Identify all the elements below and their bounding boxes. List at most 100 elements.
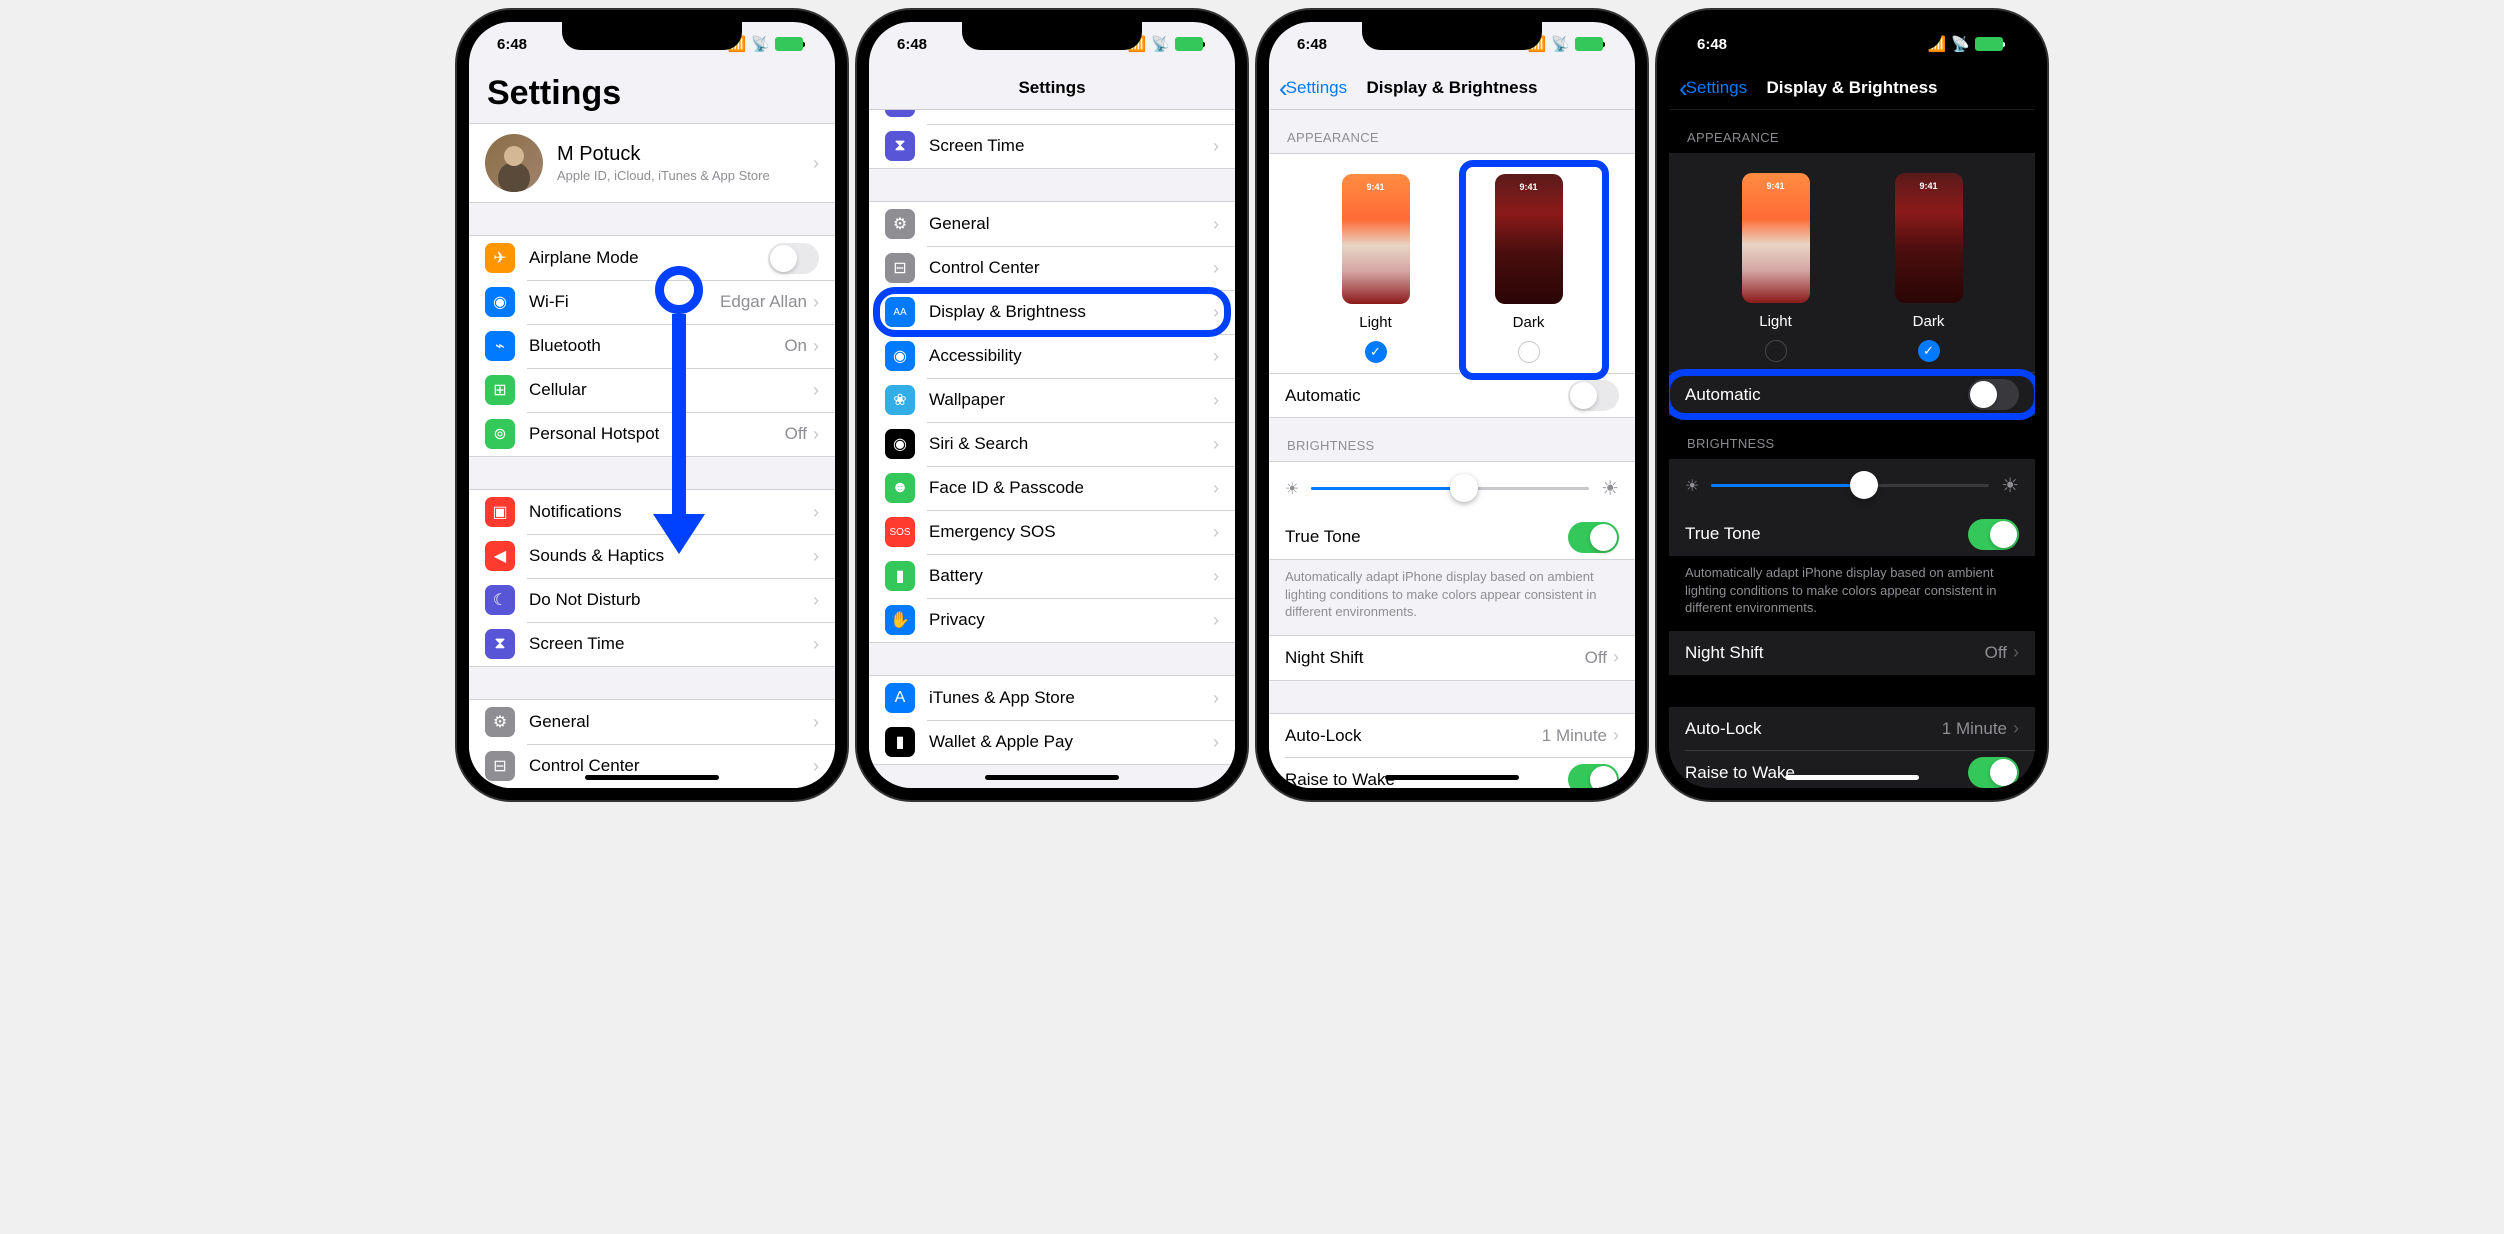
settings-cell-general[interactable]: ⚙General› (869, 202, 1235, 246)
settings-cell-display-brightness[interactable]: AADisplay & Brightness› (869, 290, 1235, 334)
autolock-value: 1 Minute (1542, 726, 1607, 746)
chevron-right-icon: › (1213, 258, 1219, 279)
hotspot-icon: ⊚ (485, 419, 515, 449)
scroll-content[interactable]: ☾Do Not Disturb›⧗Screen Time› ⚙General›⊟… (869, 110, 1235, 788)
chevron-right-icon: › (813, 502, 819, 523)
settings-cell-cellular[interactable]: ⊞Cellular› (469, 368, 835, 412)
nightshift-cell[interactable]: Night Shift Off › (1669, 631, 2035, 675)
profile-cell[interactable]: M Potuck Apple ID, iCloud, iTunes & App … (469, 124, 835, 202)
automatic-toggle[interactable] (1968, 379, 2019, 410)
chevron-right-icon: › (1213, 302, 1219, 323)
settings-cell-personal-hotspot[interactable]: ⊚Personal HotspotOff› (469, 412, 835, 456)
notch (1762, 22, 1942, 50)
sun-low-icon: ☀︎ (1285, 479, 1299, 499)
truetone-cell[interactable]: True Tone (1669, 512, 2035, 556)
settings-cell-face-id-passcode[interactable]: ☻Face ID & Passcode› (869, 466, 1235, 510)
scroll-content[interactable]: Settings M Potuck Apple ID, iCloud, iTun… (469, 66, 835, 788)
settings-cell-accessibility[interactable]: ◉Accessibility› (869, 334, 1235, 378)
light-radio-unchecked[interactable] (1765, 340, 1787, 362)
cell-label: General (929, 214, 1213, 234)
nightshift-value: Off (1985, 643, 2007, 663)
appearance-options: 9:41 Light ✓ 9:41 Dark (1269, 154, 1635, 373)
appearance-option-dark[interactable]: 9:41 Dark ✓ (1895, 173, 1963, 362)
nightshift-label: Night Shift (1285, 648, 1585, 668)
screen-settings-main: 6:48 📶 📡 Settings M Potuck Apple ID, iCl… (469, 22, 835, 788)
appearance-option-light[interactable]: 9:41 Light (1742, 173, 1810, 362)
settings-group-store: AiTunes & App Store›▮Wallet & Apple Pay› (869, 675, 1235, 765)
raise-cell[interactable]: Raise to Wake (1669, 751, 2035, 788)
settings-cell-wi-fi[interactable]: ◉Wi-FiEdgar Allan› (469, 280, 835, 324)
light-radio-checked[interactable]: ✓ (1365, 341, 1387, 363)
settings-cell-wallet-apple-pay[interactable]: ▮Wallet & Apple Pay› (869, 720, 1235, 764)
screen-display-brightness-light: 6:48 📶📡 ‹ Settings Display & Brightness … (1269, 22, 1635, 788)
settings-cell-sounds-haptics[interactable]: ◀Sounds & Haptics› (469, 534, 835, 578)
toggle[interactable] (768, 243, 819, 274)
cell-label: General (529, 712, 813, 732)
settings-cell-control-center[interactable]: ⊟Control Center› (869, 246, 1235, 290)
raise-toggle[interactable] (1568, 764, 1619, 788)
chevron-right-icon: › (813, 712, 819, 733)
chevron-right-icon: › (1213, 214, 1219, 235)
automatic-toggle[interactable] (1568, 380, 1619, 411)
home-indicator[interactable] (1385, 775, 1519, 780)
chevron-right-icon: › (813, 380, 819, 401)
truetone-cell[interactable]: True Tone (1269, 515, 1635, 559)
settings-cell-bluetooth[interactable]: ⌁BluetoothOn› (469, 324, 835, 368)
raise-toggle[interactable] (1968, 757, 2019, 788)
settings-cell-notifications[interactable]: ▣Notifications› (469, 490, 835, 534)
notch (962, 22, 1142, 50)
settings-cell-itunes-app-store[interactable]: AiTunes & App Store› (869, 676, 1235, 720)
settings-cell-siri-search[interactable]: ◉Siri & Search› (869, 422, 1235, 466)
settings-cell-screen-time[interactable]: ⧗Screen Time› (469, 622, 835, 666)
time-icon: ⧗ (485, 629, 515, 659)
autolock-cell[interactable]: Auto-Lock 1 Minute › (1669, 707, 2035, 751)
brightness-slider-row: ☀︎ ☀︎ (1269, 462, 1635, 515)
back-button[interactable]: ‹ Settings (1279, 75, 1347, 101)
settings-cell-battery[interactable]: ▮Battery› (869, 554, 1235, 598)
chevron-right-icon: › (1613, 647, 1619, 668)
nightshift-group: Night Shift Off › (1269, 635, 1635, 681)
dark-preview: 9:41 (1895, 173, 1963, 303)
notch (562, 22, 742, 50)
dark-radio-unchecked[interactable] (1518, 341, 1540, 363)
settings-cell-airplane-mode[interactable]: ✈Airplane Mode (469, 236, 835, 280)
brightness-slider[interactable] (1311, 487, 1589, 490)
settings-cell-privacy[interactable]: ✋Privacy› (869, 598, 1235, 642)
nightshift-cell[interactable]: Night Shift Off › (1269, 636, 1635, 680)
chevron-right-icon: › (2013, 642, 2019, 663)
truetone-toggle[interactable] (1968, 519, 2019, 550)
settings-cell-emergency-sos[interactable]: SOSEmergency SOS› (869, 510, 1235, 554)
automatic-cell[interactable]: Automatic (1269, 373, 1635, 417)
autolock-cell[interactable]: Auto-Lock 1 Minute › (1269, 714, 1635, 758)
truetone-toggle[interactable] (1568, 522, 1619, 553)
cell-label: Privacy (929, 610, 1213, 630)
raise-cell[interactable]: Raise to Wake (1269, 758, 1635, 788)
settings-cell-general[interactable]: ⚙General› (469, 700, 835, 744)
back-button[interactable]: ‹ Settings (1679, 75, 1747, 101)
dark-radio-checked[interactable]: ✓ (1918, 340, 1940, 362)
sun-high-icon: ☀︎ (2001, 473, 2019, 498)
home-indicator[interactable] (585, 775, 719, 780)
scroll-content[interactable]: APPEARANCE 9:41 Light ✓ 9:41 Dark Automa… (1269, 110, 1635, 788)
appearance-option-light[interactable]: 9:41 Light ✓ (1342, 174, 1410, 363)
cell-label: Siri & Search (929, 434, 1213, 454)
settings-cell-screen-time[interactable]: ⧗Screen Time› (869, 124, 1235, 168)
settings-cell-do-not-disturb[interactable]: ☾Do Not Disturb› (469, 578, 835, 622)
moon-icon: ☾ (885, 110, 915, 117)
appearance-option-dark[interactable]: 9:41 Dark (1495, 174, 1563, 363)
settings-cell-do-not-disturb[interactable]: ☾Do Not Disturb› (869, 110, 1235, 124)
home-indicator[interactable] (1785, 775, 1919, 780)
settings-cell-control-center[interactable]: ⊟Control Center› (469, 744, 835, 788)
scroll-content[interactable]: APPEARANCE 9:41 Light 9:41 Dark ✓ Automa… (1669, 110, 2035, 788)
brightness-slider[interactable] (1711, 484, 1989, 487)
settings-cell-wallpaper[interactable]: ❀Wallpaper› (869, 378, 1235, 422)
cell-label: Emergency SOS (929, 522, 1213, 542)
home-indicator[interactable] (985, 775, 1119, 780)
cell-value: On (784, 336, 807, 356)
brightness-group: ☀︎ ☀︎ True Tone (1269, 461, 1635, 560)
nightshift-value: Off (1585, 648, 1607, 668)
wifi-icon: 📡 (1151, 35, 1170, 53)
cell-label: Wallpaper (929, 390, 1213, 410)
automatic-cell[interactable]: Automatic (1669, 372, 2035, 416)
sound-icon: ◀ (485, 541, 515, 571)
